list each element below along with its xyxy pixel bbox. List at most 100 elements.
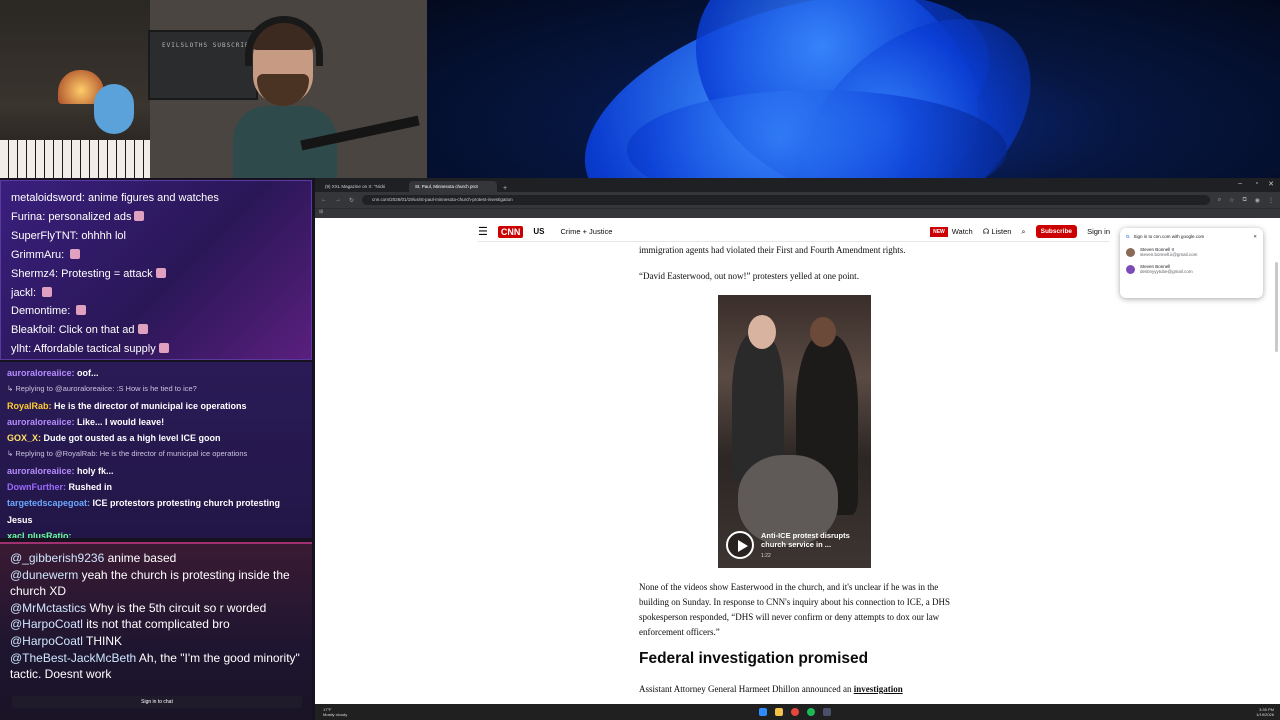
url-input[interactable]: cnn.com/2026/01/19/us/st-paul-minnesota-… [362,195,1210,205]
chat-username: Furina [11,210,43,223]
emote-icon [70,248,81,259]
chat-username: SuperFlyTNT [11,229,76,242]
reload-icon[interactable]: ↻ [349,197,354,204]
investigation-link[interactable]: investigation [854,684,903,694]
new-badge: NEW [930,226,948,237]
chat-username[interactable]: auroraloreaiice [7,417,72,427]
weather-desc: Mostly cloudy [323,712,348,717]
wall-poster: EVILSLOTHS SUBSCRIBE [148,30,258,100]
search-lens-icon[interactable]: ⌕ [1218,197,1221,204]
desktop-wallpaper [427,0,1280,178]
chat-username: Demontime [11,305,68,318]
chat-username[interactable]: GOX_X [7,433,38,443]
maximize-icon[interactable]: ▫ [1256,180,1258,187]
watch-link[interactable]: Watch [952,227,973,236]
chat-username[interactable]: auroraloreaiice [7,368,72,378]
new-tab-button[interactable]: + [499,185,511,192]
popup-close-icon[interactable]: ✕ [1253,234,1257,240]
chat-text: He is the director of municipal ice oper… [54,400,247,411]
google-g-icon: G [1126,234,1130,239]
tab-xxl[interactable]: (9) XXL Magazine on X: "Nicki [319,181,407,192]
page-scrollbar[interactable] [1275,262,1278,352]
overlay-chat-message: metaloidsword: anime figures and watches [11,189,301,208]
account-info: Steven Bonnell II steven.bonnell.ii@gmail… [1140,247,1197,257]
taskbar-clock[interactable]: 3:35 PM 1/19/2026 [1256,707,1274,717]
emote-icon [155,267,166,278]
file-explorer-icon[interactable] [775,708,783,716]
cnn-article-page: ☰ CNN US Crime + Justice NEW Watch ☊ Lis… [315,218,1280,704]
overlay-chat: metaloidsword: anime figures and watches… [0,180,312,360]
start-icon[interactable] [759,708,767,716]
extensions-icon[interactable]: ⧉ [1242,197,1246,204]
chat-username[interactable]: RoyalRab [7,401,49,411]
google-account-option[interactable]: Steven Bonnell II steven.bonnell.ii@gmail… [1126,247,1257,257]
subscribe-button[interactable]: Subscribe [1035,225,1078,238]
bookmarks-bar: ⊞ [315,208,1280,218]
overlay-chat-message: jackl: [11,284,301,303]
youtube-chat-message: @HarpoCoatl its not that complicated bro [10,616,302,633]
clock-date: 1/19/2026 [1256,712,1274,717]
emote-icon [134,210,145,221]
tab-bar: (9) XXL Magazine on X: "Nicki St. Paul, … [315,178,1280,192]
listen-link[interactable]: Listen [991,227,1011,236]
piano-keys [0,140,150,178]
chat-username[interactable]: @HarpoCoatl [10,617,83,631]
bookmark-star-icon[interactable]: ☆ [1229,197,1234,204]
streamer-beard [257,74,309,106]
sign-in-link[interactable]: Sign in [1087,227,1110,236]
emote-icon [42,286,53,297]
chat-text: its not that complicated bro [86,617,230,632]
chat-username: metaloidsword [11,192,82,204]
close-icon[interactable]: ✕ [1268,180,1274,188]
webcam-feed: EVILSLOTHS SUBSCRIBE [0,0,427,178]
back-icon[interactable]: ← [321,197,327,203]
chat-username[interactable]: @MrMctastics [10,601,86,615]
minimize-icon[interactable]: – [1238,180,1242,187]
account-avatar [1126,264,1135,274]
youtube-chat-message: @TheBest-JackMcBeth Ah, the "I'm the goo… [10,650,302,683]
chat-separator: : [67,305,74,318]
chat-username[interactable]: @HarpoCoatl [10,634,83,648]
apps-icon[interactable]: ⊞ [319,209,323,215]
overlay-chat-message: Demontime: [11,302,301,321]
forward-icon[interactable]: → [335,197,341,203]
video-player[interactable]: Anti-ICE protest disrupts church service… [718,295,871,568]
chat-username[interactable]: xacLplusRatio [7,531,69,538]
chrome-icon[interactable] [791,708,799,716]
chat-username[interactable]: @dunewerm [10,568,78,582]
chat-username[interactable]: DownFurther [7,482,63,492]
cnn-logo[interactable]: CNN [497,225,524,238]
google-account-option[interactable]: Steven Bonnell destinyyytube@gmail.com [1126,264,1257,274]
chat-text: Click on that ad [58,324,135,337]
twitch-chat-message: DownFurther: Rushed in [7,479,305,495]
chat-text: Rushed in [68,482,113,493]
nav-crime-justice[interactable]: Crime + Justice [561,227,613,236]
search-icon[interactable]: ⌕ [1021,227,1025,237]
weather-widget[interactable]: 17°F Mostly cloudy [323,707,347,717]
chat-username[interactable]: auroraloreaiice [7,466,72,476]
twitch-chat-message: auroraloreaiice: oof... [7,365,305,381]
chat-text: THINK [86,633,123,648]
hamburger-menu-icon[interactable]: ☰ [478,225,488,238]
overlay-chat-message: Furina: personalized ads [11,208,301,227]
overlay-chat-message: SuperFlyTNT: ohhhh lol [11,227,301,246]
youtube-chat-lines: @_gibberish9236 anime based @dunewerm yea… [10,550,302,683]
sign-in-to-chat-button[interactable]: Sign in to chat [12,696,302,708]
section-label[interactable]: US [533,227,544,236]
chat-text: anime based [107,551,177,565]
chat-separator: : [68,530,72,538]
video-duration: 1:22 [761,553,771,559]
steam-icon[interactable] [823,708,831,716]
chat-username[interactable]: @TheBest-JackMcBeth [10,651,136,665]
spotify-icon[interactable] [807,708,815,716]
menu-icon[interactable]: ⋮ [1268,197,1274,204]
profile-icon[interactable]: ◉ [1255,197,1260,204]
paragraph-text: Assistant Attorney General Harmeet Dhill… [639,684,854,694]
tab-cnn[interactable]: St. Paul, Minnesota church prot [409,181,497,192]
chat-username[interactable]: targetedscapegoat [7,498,87,508]
twitch-chat-message: auroraloreaiice: holy fk... [7,463,305,479]
chat-text: personalized ads [48,210,132,223]
play-button-icon[interactable] [726,531,754,559]
youtube-chat-message: @_gibberish9236 anime based [10,550,302,567]
chat-username[interactable]: @_gibberish9236 [10,551,104,565]
